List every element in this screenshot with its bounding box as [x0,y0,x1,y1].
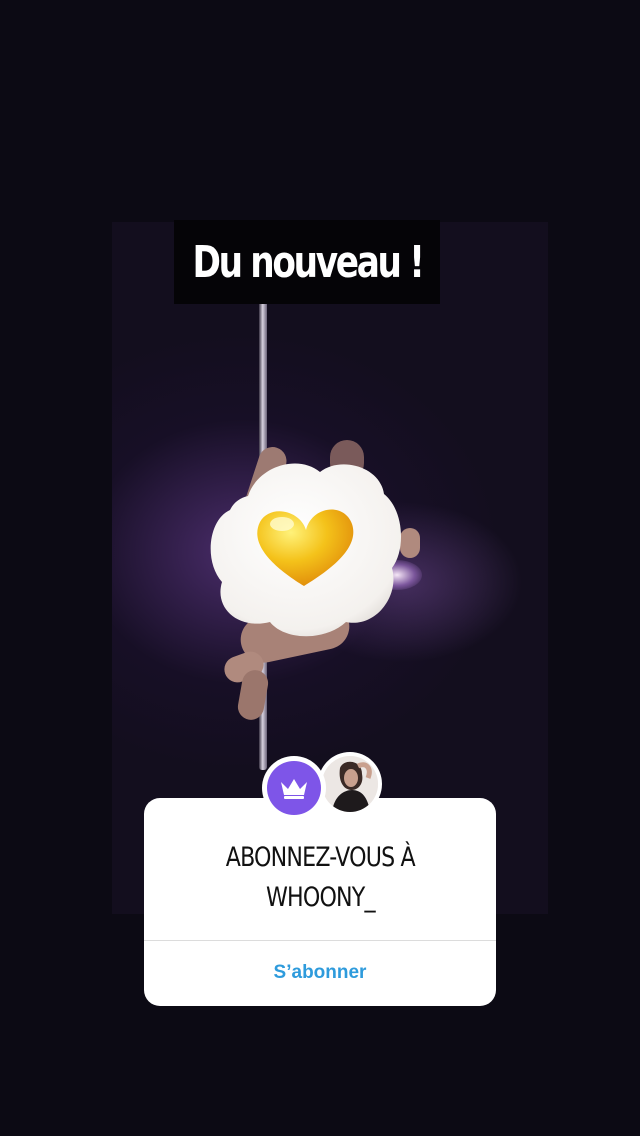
crown-badge [262,756,326,820]
avatar-image [322,756,378,812]
profile-avatar[interactable] [318,752,382,816]
crown-icon [267,761,321,815]
subscribe-card: ABONNEZ-VOUS À WHOONY_ S’abonner [144,798,496,1006]
subscribe-card-title: ABONNEZ-VOUS À WHOONY_ [144,838,496,918]
headline-text: Du nouveau ! [191,236,424,288]
story-background: Du nouveau ! ABONNEZ-VOUS À WHOONY_ S’ab… [0,0,640,1136]
fried-egg-heart-sticker [210,463,402,637]
story-headline: Du nouveau ! [174,220,440,304]
title-line-1: ABONNEZ-VOUS À [225,842,415,873]
title-line-2: WHOONY_ [265,882,376,913]
subscribe-button[interactable]: S’abonner [144,941,496,1005]
